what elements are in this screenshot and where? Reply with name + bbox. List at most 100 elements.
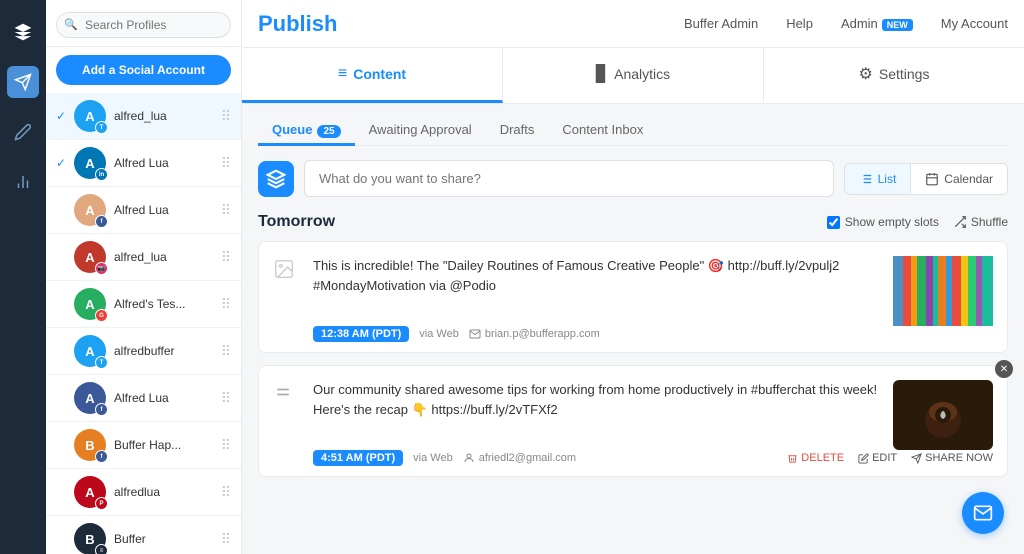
share-now-button[interactable]: SHARE NOW xyxy=(911,452,993,464)
nav-layers-icon[interactable] xyxy=(7,16,39,48)
top-nav-help[interactable]: Help xyxy=(786,16,813,31)
sub-tab-badge-queue: 25 xyxy=(317,125,340,138)
social-badge: ≡ xyxy=(95,544,108,554)
profile-check: ✓ xyxy=(56,156,70,170)
profile-avatar: A in xyxy=(74,147,106,179)
profile-name: alfred_lua xyxy=(114,250,221,264)
show-empty-text: Show empty slots xyxy=(845,215,939,229)
sub-tab-content-inbox[interactable]: Content Inbox xyxy=(548,116,657,146)
section-header: Tomorrow Show empty slots Shuffle xyxy=(258,213,1008,231)
compose-row: List Calendar xyxy=(258,160,1008,197)
shuffle-label: Shuffle xyxy=(971,215,1008,229)
sub-tab-awaiting[interactable]: Awaiting Approval xyxy=(355,116,486,146)
tab-content[interactable]: ≡ Content xyxy=(242,48,503,103)
tab-settings[interactable]: ⚙Settings xyxy=(764,48,1024,103)
list-view-button[interactable]: List xyxy=(845,164,912,194)
profile-name: Alfred's Tes... xyxy=(114,297,221,311)
post-time: 4:51 AM (PDT) xyxy=(313,450,403,466)
profile-avatar: B f xyxy=(74,429,106,461)
social-badge: G xyxy=(95,309,108,322)
chat-fab-button[interactable] xyxy=(962,492,1004,534)
profile-item[interactable]: A P alfredlua ⠿ xyxy=(46,469,241,516)
compose-icon xyxy=(258,161,294,197)
tab-icon-content: ≡ xyxy=(338,65,347,83)
profile-drag-handle[interactable]: ⠿ xyxy=(221,343,231,360)
post-text: This is incredible! The "Dailey Routines… xyxy=(313,256,881,295)
profile-item[interactable]: A f Alfred Lua ⠿ xyxy=(46,187,241,234)
profile-drag-handle[interactable]: ⠿ xyxy=(221,484,231,501)
profile-drag-handle[interactable]: ⠿ xyxy=(221,202,231,219)
post-top-row: This is incredible! The "Dailey Routines… xyxy=(313,256,993,326)
profile-list: ✓ A T alfred_lua ⠿ ✓ A in Alfred Lua ⠿ A… xyxy=(46,93,241,554)
edit-post-button[interactable]: EDIT xyxy=(858,452,897,464)
section-title: Tomorrow xyxy=(258,213,335,231)
profile-name: Buffer Hap... xyxy=(114,438,221,452)
tab-label-analytics: Analytics xyxy=(614,66,670,82)
post-image-icon xyxy=(273,256,301,342)
profile-item[interactable]: ✓ A in Alfred Lua ⠿ xyxy=(46,140,241,187)
profile-item[interactable]: A f Alfred Lua ⠿ xyxy=(46,375,241,422)
nav-analytics-icon[interactable] xyxy=(7,166,39,198)
profile-drag-handle[interactable]: ⠿ xyxy=(221,108,231,125)
close-post-button[interactable]: ✕ xyxy=(995,360,1013,378)
add-social-account-button[interactable]: Add a Social Account xyxy=(56,55,231,85)
post-actions: DELETE EDIT SHARE NOW xyxy=(787,452,993,464)
profile-item[interactable]: B f Buffer Hap... ⠿ xyxy=(46,422,241,469)
post-via: via Web xyxy=(419,328,459,340)
post-card: ✕ Our community shared awesome tips for … xyxy=(258,365,1008,477)
nav-publish-icon[interactable] xyxy=(7,66,39,98)
show-empty-slots-label[interactable]: Show empty slots xyxy=(827,215,939,229)
post-drag-icon[interactable] xyxy=(273,380,301,466)
post-time: 12:38 AM (PDT) xyxy=(313,326,409,342)
social-badge: 📷 xyxy=(95,262,108,275)
calendar-view-button[interactable]: Calendar xyxy=(911,164,1007,194)
profile-item[interactable]: ✓ A T alfred_lua ⠿ xyxy=(46,93,241,140)
sub-tab-drafts[interactable]: Drafts xyxy=(486,116,549,146)
nav-edit-icon[interactable] xyxy=(7,116,39,148)
top-nav: Publish Buffer Admin Help AdminNEW My Accou… xyxy=(242,0,1024,48)
profile-item[interactable]: B ≡ Buffer ⠿ xyxy=(46,516,241,554)
profile-avatar: B ≡ xyxy=(74,523,106,554)
post-meta: 12:38 AM (PDT) via Web brian.p@bufferapp… xyxy=(313,326,993,342)
social-badge: T xyxy=(95,356,108,369)
profile-item[interactable]: A G Alfred's Tes... ⠿ xyxy=(46,281,241,328)
profile-avatar: A T xyxy=(74,100,106,132)
profile-drag-handle[interactable]: ⠿ xyxy=(221,390,231,407)
profile-drag-handle[interactable]: ⠿ xyxy=(221,296,231,313)
profile-item[interactable]: A T alfredbuffer ⠿ xyxy=(46,328,241,375)
top-nav-my-account[interactable]: My Account xyxy=(941,16,1008,31)
delete-post-button[interactable]: DELETE xyxy=(787,452,844,464)
profile-name: Buffer xyxy=(114,532,221,546)
tab-analytics[interactable]: ▊Analytics xyxy=(503,48,764,103)
tab-label-content: Content xyxy=(353,66,406,82)
profile-name: Alfred Lua xyxy=(114,203,221,217)
profile-drag-handle[interactable]: ⠿ xyxy=(221,155,231,172)
post-content: This is incredible! The "Dailey Routines… xyxy=(313,256,881,326)
profile-avatar: A f xyxy=(74,194,106,226)
sub-tabs: Queue25Awaiting ApprovalDraftsContent In… xyxy=(258,104,1008,146)
profile-name: Alfred Lua xyxy=(114,391,221,405)
profile-drag-handle[interactable]: ⠿ xyxy=(221,531,231,548)
social-badge: f xyxy=(95,403,108,416)
profile-panel: Add a Social Account ✓ A T alfred_lua ⠿ … xyxy=(46,0,242,554)
post-image-coffee xyxy=(893,380,993,450)
sub-tab-queue[interactable]: Queue25 xyxy=(258,116,355,146)
compose-input[interactable] xyxy=(304,160,834,197)
shuffle-button[interactable]: Shuffle xyxy=(953,215,1008,229)
post-author: brian.p@bufferapp.com xyxy=(469,328,600,340)
search-profiles-input[interactable] xyxy=(56,12,231,38)
profile-item[interactable]: A 📷 alfred_lua ⠿ xyxy=(46,234,241,281)
profile-check: ✓ xyxy=(56,109,70,123)
profile-drag-handle[interactable]: ⠿ xyxy=(221,437,231,454)
top-nav-buffer-admin[interactable]: Buffer Admin xyxy=(684,16,758,31)
top-nav-admin[interactable]: AdminNEW xyxy=(841,16,913,31)
page-title: Publish xyxy=(258,11,337,37)
profile-drag-handle[interactable]: ⠿ xyxy=(221,249,231,266)
show-empty-slots-checkbox[interactable] xyxy=(827,216,840,229)
post-card-body: Our community shared awesome tips for wo… xyxy=(313,380,993,466)
content-body: Queue25Awaiting ApprovalDraftsContent In… xyxy=(242,104,1024,505)
main-tabs-row: ≡ Content ▊Analytics⚙Settings xyxy=(242,48,1024,104)
post-content: Our community shared awesome tips for wo… xyxy=(313,380,881,450)
post-card-body: This is incredible! The "Dailey Routines… xyxy=(313,256,993,342)
main-area: Publish Buffer Admin Help AdminNEW My Accou… xyxy=(242,0,1024,554)
